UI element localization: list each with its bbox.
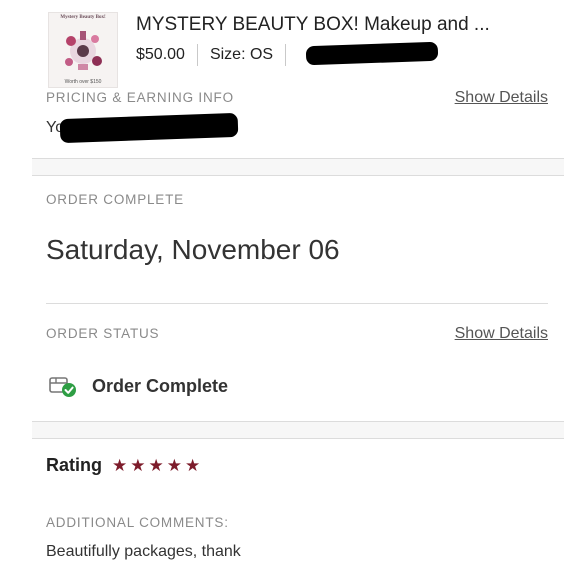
- star-icon: ★: [185, 455, 201, 475]
- order-complete-date: Saturday, November 06: [46, 234, 340, 265]
- additional-comments-text: Beautifully packages, thank: [46, 543, 241, 560]
- package-check-icon: [49, 377, 76, 397]
- rating-row: Rating ★ ★ ★ ★ ★: [46, 452, 200, 478]
- pricing-show-details-link[interactable]: Show Details: [455, 89, 548, 107]
- pricing-earning-label: PRICING & EARNING INFO: [46, 90, 234, 105]
- order-status-row: Order Complete: [48, 372, 228, 400]
- thumbnail-footer: Worth over $150: [64, 79, 102, 85]
- redacted-earnings: [59, 112, 239, 144]
- redacted-username: [305, 41, 439, 66]
- product-header[interactable]: Mystery Beauty Box! Worth over $150 MYST…: [0, 0, 580, 88]
- product-meta: $50.00 Size: OS: [136, 42, 298, 68]
- order-status-text: Order Complete: [92, 375, 229, 396]
- section-divider: [46, 303, 548, 304]
- rating-label: Rating: [46, 454, 102, 475]
- thumbnail-title: Mystery Beauty Box!: [60, 15, 106, 20]
- section-divider: [32, 438, 564, 439]
- meta-divider: [196, 44, 198, 66]
- status-show-details-link[interactable]: Show Details: [455, 325, 548, 343]
- star-icon: ★: [148, 455, 164, 475]
- order-status-label: ORDER STATUS: [46, 326, 160, 341]
- star-icon: ★: [130, 455, 146, 475]
- product-thumbnail[interactable]: Mystery Beauty Box! Worth over $150: [48, 12, 118, 88]
- section-band: [32, 422, 564, 438]
- star-icon: ★: [112, 455, 128, 475]
- additional-comments-label: ADDITIONAL COMMENTS:: [46, 515, 229, 530]
- rating-stars: ★ ★ ★ ★ ★: [112, 457, 200, 474]
- order-complete-label: ORDER COMPLETE: [46, 192, 184, 207]
- product-price: $50.00: [136, 46, 185, 63]
- section-divider: [32, 175, 564, 176]
- thumbnail-image: [65, 31, 102, 70]
- star-icon: ★: [166, 455, 182, 475]
- product-title[interactable]: MYSTERY BEAUTY BOX! Makeup and ...: [136, 14, 490, 36]
- product-size: Size: OS: [209, 46, 274, 63]
- section-band: [32, 159, 564, 175]
- meta-divider: [285, 44, 287, 66]
